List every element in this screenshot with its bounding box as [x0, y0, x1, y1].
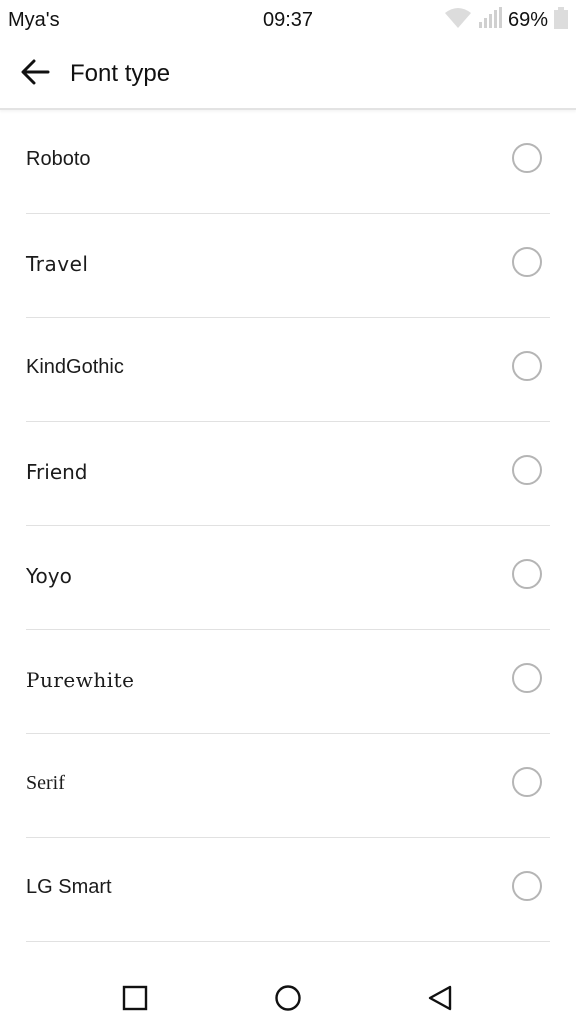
wifi-icon: [444, 7, 472, 34]
font-option-label: Serif: [26, 772, 65, 794]
home-button[interactable]: [273, 984, 303, 1013]
font-option-roboto[interactable]: Roboto: [26, 110, 550, 214]
back-button[interactable]: [14, 54, 56, 94]
signal-icon: [478, 6, 502, 34]
recent-apps-icon: [122, 985, 148, 1016]
font-option-selected[interactable]: [26, 942, 550, 975]
font-option-label: Travel: [26, 252, 89, 276]
arrow-left-icon: [20, 59, 50, 90]
font-option-label: Friend: [26, 460, 88, 484]
recent-apps-button[interactable]: [120, 985, 150, 1016]
back-icon: [427, 985, 453, 1016]
status-bar: Mya's 09:37 69%: [0, 0, 576, 40]
font-option-yoyo[interactable]: Yoyo: [26, 526, 550, 630]
font-option-purewhite[interactable]: Purewhite: [26, 630, 550, 734]
system-back-button[interactable]: [425, 985, 455, 1016]
font-option-lg-smart[interactable]: LG Smart: [26, 838, 550, 942]
font-type-list: Roboto Travel KindGothic Friend Yoyo Pur…: [0, 110, 576, 975]
radio-button[interactable]: [512, 663, 542, 693]
radio-button[interactable]: [512, 559, 542, 589]
radio-button[interactable]: [512, 767, 542, 797]
font-option-label: LG Smart: [26, 876, 112, 898]
radio-button[interactable]: [512, 871, 542, 901]
font-option-label: Yoyo: [26, 564, 72, 588]
radio-button[interactable]: [512, 455, 542, 485]
font-option-friend[interactable]: Friend: [26, 422, 550, 526]
home-icon: [274, 984, 302, 1017]
font-option-travel[interactable]: Travel: [26, 214, 550, 318]
font-option-kindgothic[interactable]: KindGothic: [26, 318, 550, 422]
radio-button[interactable]: [512, 143, 542, 173]
app-bar: Font type: [0, 40, 576, 110]
radio-button[interactable]: [512, 351, 542, 381]
battery-percent: 69%: [507, 8, 548, 31]
battery-icon: [554, 6, 568, 34]
font-option-label: Roboto: [26, 148, 91, 170]
font-option-label: KindGothic: [26, 356, 124, 378]
status-icons: 69%: [444, 6, 568, 34]
font-option-serif[interactable]: Serif: [26, 734, 550, 838]
font-option-label: Purewhite: [26, 668, 135, 692]
radio-button[interactable]: [512, 247, 542, 277]
page-title: Font type: [70, 60, 171, 87]
navigation-bar: [0, 975, 576, 1024]
